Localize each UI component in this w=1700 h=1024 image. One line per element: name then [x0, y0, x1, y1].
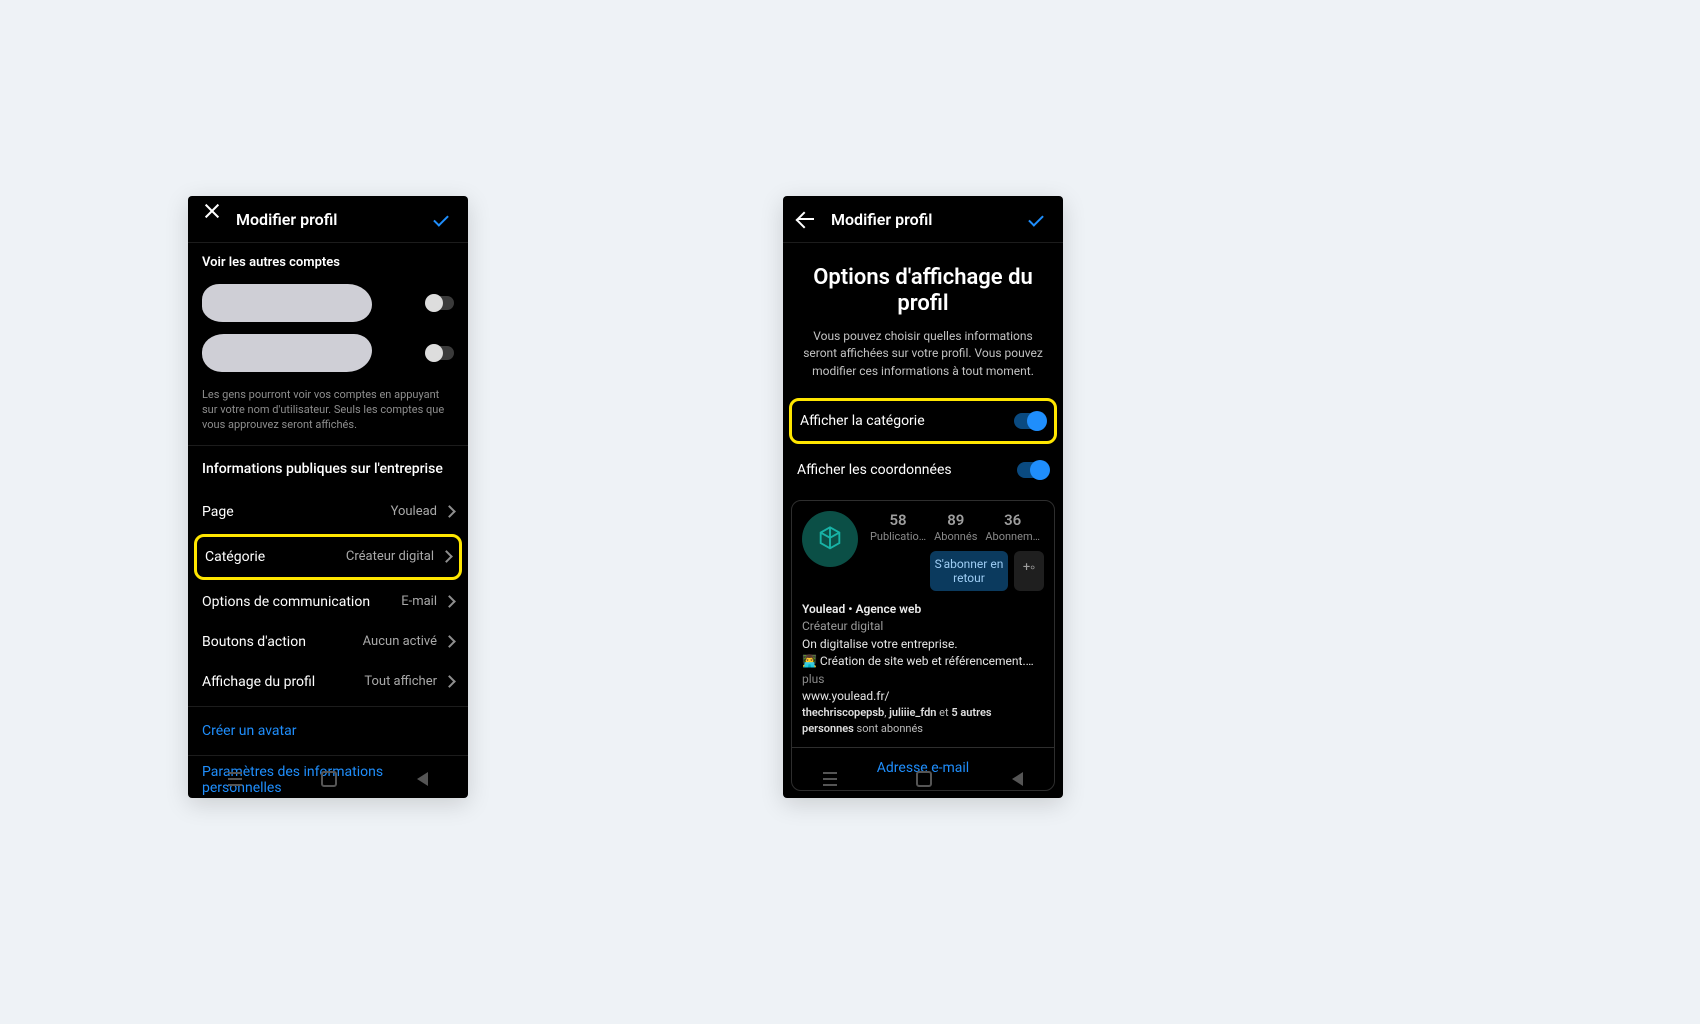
nav-recent-icon[interactable] [228, 772, 242, 786]
nav-back-icon[interactable] [1012, 772, 1023, 786]
separator [188, 706, 468, 707]
chevron-right-icon [443, 505, 456, 518]
header: Modifier profil [783, 196, 1063, 243]
public-business-info-label: Informations publiques sur l'entreprise [188, 446, 468, 492]
chevron-right-icon [443, 635, 456, 648]
header-title: Modifier profil [236, 210, 434, 229]
row-action-buttons[interactable]: Boutons d'action Aucun activé [188, 622, 468, 662]
nav-back-icon[interactable] [417, 772, 428, 786]
profile-url[interactable]: www.youlead.fr/ [802, 688, 1044, 705]
row-value: E-mail [401, 594, 437, 609]
row-label: Options de communication [202, 594, 370, 610]
chevron-right-icon [443, 595, 456, 608]
row-value: Tout afficher [364, 674, 437, 689]
android-navbar [783, 760, 1063, 798]
phone-profile-display-options: Modifier profil Options d'affichage du p… [783, 196, 1063, 798]
stat-publications[interactable]: 58 Publicatio… [870, 511, 926, 543]
back-arrow-icon[interactable] [797, 209, 817, 229]
row-category[interactable]: Catégorie Créateur digital [194, 534, 462, 580]
header-title: Modifier profil [831, 210, 1029, 229]
row-label: Boutons d'action [202, 634, 306, 650]
toggle-label: Afficher la catégorie [800, 413, 925, 429]
row-communication-options[interactable]: Options de communication E-mail [188, 582, 468, 622]
account-toggle[interactable] [426, 296, 454, 310]
profile-bio: Youlead • Agence web Créateur digital On… [802, 601, 1044, 737]
profile-preview-card: 58 Publicatio… 89 Abonnés 36 Abonnem… S'… [791, 500, 1055, 791]
chevron-right-icon [443, 675, 456, 688]
switch-on-icon[interactable] [1014, 413, 1046, 429]
row-label: Catégorie [205, 549, 265, 565]
row-value: Aucun activé [363, 634, 437, 649]
row-profile-display[interactable]: Affichage du profil Tout afficher [188, 662, 468, 702]
cube-icon [816, 525, 844, 553]
create-avatar-link[interactable]: Créer un avatar [188, 711, 468, 751]
see-other-accounts-label: Voir les autres comptes [188, 243, 468, 278]
phone-edit-profile: Modifier profil Voir les autres comptes … [188, 196, 468, 798]
profile-stats: 58 Publicatio… 89 Abonnés 36 Abonnem… [866, 511, 1044, 543]
mutual-followers: thechriscopepsb, juliiie_fdn et 5 autres… [802, 705, 1044, 737]
toggle-label: Afficher les coordonnées [797, 462, 952, 478]
row-value: Youlead [391, 504, 437, 519]
row-page[interactable]: Page Youlead [188, 492, 468, 532]
confirm-check-icon[interactable] [434, 209, 454, 229]
nav-home-icon[interactable] [916, 771, 932, 787]
page-description: Vous pouvez choisir quelles informations… [783, 328, 1063, 398]
stat-following[interactable]: 36 Abonnem… [985, 511, 1040, 543]
page-title: Options d'affichage du profil [783, 243, 1063, 328]
redacted-account [202, 334, 372, 372]
bio-line: On digitalise votre entreprise. [802, 636, 1044, 653]
row-label: Page [202, 504, 234, 520]
android-navbar [188, 760, 468, 798]
profile-name: Youlead • Agence web [802, 601, 1044, 618]
other-account-row [188, 278, 468, 328]
header: Modifier profil [188, 196, 468, 243]
close-icon[interactable] [202, 209, 222, 229]
toggle-show-category[interactable]: Afficher la catégorie [789, 398, 1057, 444]
chevron-right-icon [440, 550, 453, 563]
account-toggle[interactable] [426, 346, 454, 360]
follow-back-button[interactable]: S'abonner en retour [930, 551, 1008, 591]
nav-recent-icon[interactable] [823, 772, 837, 786]
nav-home-icon[interactable] [321, 771, 337, 787]
stat-followers[interactable]: 89 Abonnés [934, 511, 977, 543]
separator [188, 755, 468, 756]
switch-on-icon[interactable] [1017, 462, 1049, 478]
row-label: Affichage du profil [202, 674, 315, 690]
helper-text: Les gens pourront voir vos comptes en ap… [188, 378, 468, 446]
redacted-account [202, 284, 372, 322]
add-user-icon[interactable]: +༚ [1014, 551, 1044, 591]
avatar [802, 511, 858, 567]
row-value: Créateur digital [346, 549, 434, 564]
bio-line: 👨‍💻 Création de site web et référencemen… [802, 653, 1044, 688]
other-account-row [188, 328, 468, 378]
confirm-check-icon[interactable] [1029, 209, 1049, 229]
toggle-show-contact[interactable]: Afficher les coordonnées [783, 450, 1063, 490]
profile-category: Créateur digital [802, 618, 1044, 635]
